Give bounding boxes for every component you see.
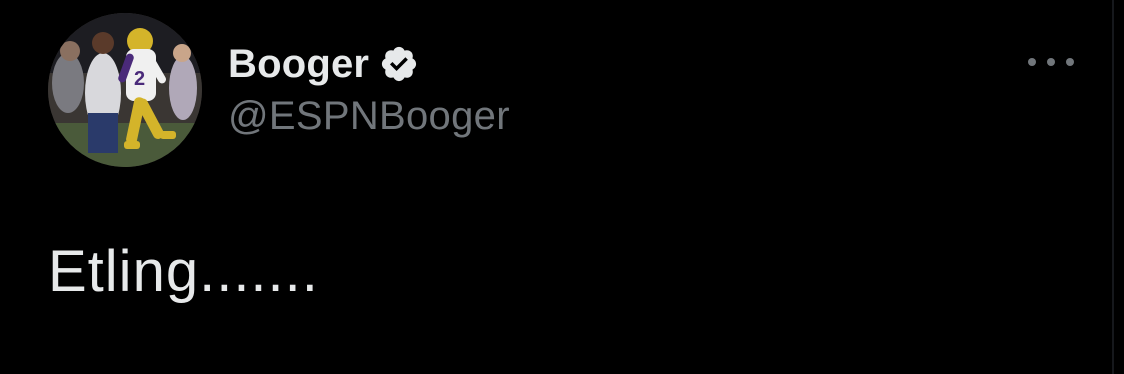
svg-text:2: 2 [134,68,145,90]
author-display-name[interactable]: Booger [228,42,369,87]
scrollbar-track[interactable] [1112,0,1114,374]
avatar[interactable]: 2 [48,13,202,167]
author-handle[interactable]: @ESPNBooger [228,94,510,139]
author-name-row: Booger [228,38,419,90]
ellipsis-dot-icon [1066,58,1074,66]
tweet-text: Etling....... [48,239,319,304]
verified-badge-icon [382,46,417,82]
ellipsis-dot-icon [1047,58,1055,66]
ellipsis-dot-icon [1028,58,1036,66]
tweet: 2 Booger @ESPNBooger Etling....... [0,0,1124,374]
more-options-button[interactable] [1028,52,1074,72]
football-player-avatar-icon: 2 [48,13,202,167]
